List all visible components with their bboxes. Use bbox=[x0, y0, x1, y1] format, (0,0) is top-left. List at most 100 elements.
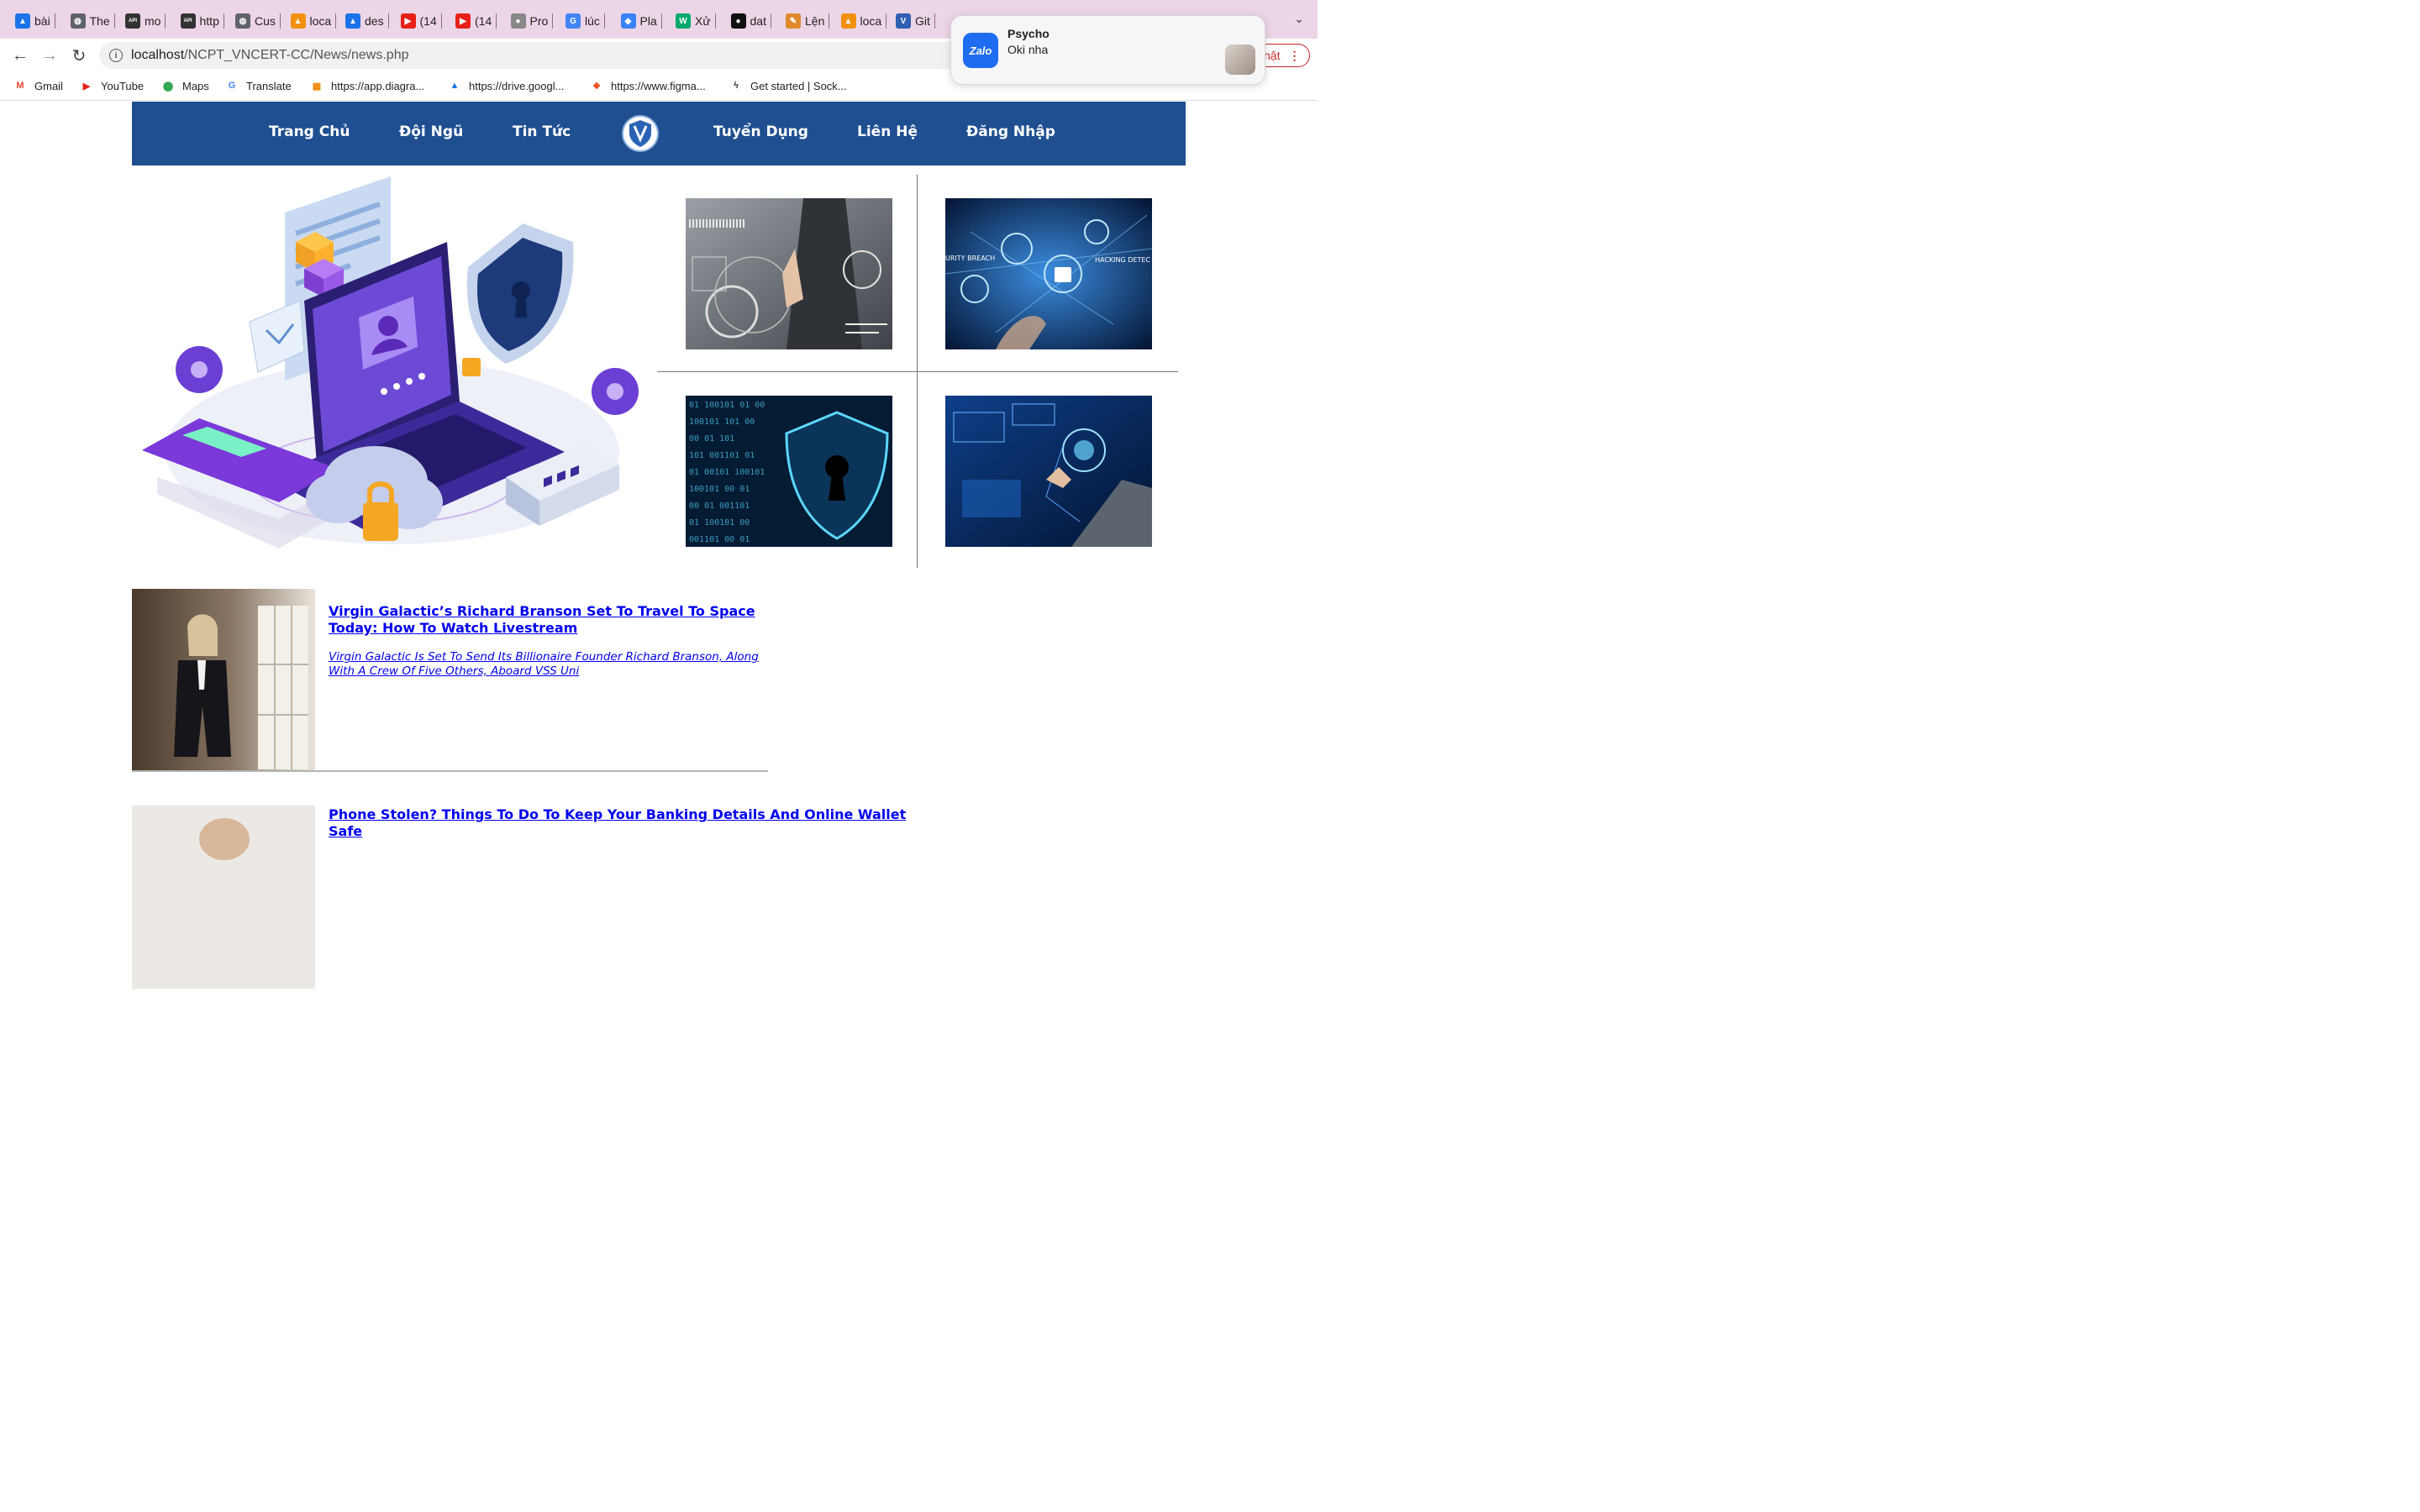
google-drive-icon: ▲ bbox=[345, 13, 360, 29]
kebab-menu-icon[interactable]: ⋮ bbox=[1288, 49, 1300, 63]
browser-tab[interactable]: ◆ Pla bbox=[620, 8, 662, 34]
google-drive-icon: ▲ bbox=[450, 81, 460, 91]
article-title-link[interactable]: Virgin Galactic’s Richard Branson Set To… bbox=[329, 603, 765, 637]
svg-text:01 00101 100101: 01 00101 100101 bbox=[689, 468, 765, 477]
site-nav: Trang Chủ Đội Ngũ Tin Tức Tuyển Dụng Liê… bbox=[132, 102, 1186, 165]
bookmark-item[interactable]: ❖ https://www.figma... bbox=[590, 79, 706, 92]
browser-tab[interactable]: ▲ loca bbox=[840, 8, 887, 34]
tab-separator bbox=[660, 13, 662, 29]
svg-text:01 100101 00: 01 100101 00 bbox=[689, 518, 750, 528]
github-icon: ● bbox=[730, 13, 746, 29]
tab-separator bbox=[496, 13, 497, 29]
nav-tuyen-dung[interactable]: Tuyển Dụng bbox=[713, 123, 808, 140]
notification-avatar bbox=[1225, 45, 1255, 75]
browser-tab[interactable]: V Git bbox=[896, 8, 935, 34]
bookmark-label: YouTube bbox=[101, 79, 145, 92]
tab-label: dat bbox=[750, 14, 766, 28]
site-logo[interactable] bbox=[622, 115, 659, 152]
tab-label: lúc bbox=[585, 14, 600, 28]
phpmyadmin-icon: ▲ bbox=[290, 13, 306, 29]
news-thumb-digital-world[interactable] bbox=[945, 396, 1152, 547]
bookmark-item[interactable]: ▦ https://app.diagra... bbox=[310, 79, 425, 92]
forward-arrow-icon[interactable]: → bbox=[38, 44, 61, 67]
youtube-icon: ▶ bbox=[455, 13, 471, 29]
bookmark-item[interactable]: ⬤ Maps bbox=[161, 79, 209, 92]
tab-label: des bbox=[365, 14, 384, 28]
svg-text:100101 101 00: 100101 101 00 bbox=[689, 417, 755, 427]
bookmark-item[interactable]: ▲ https://drive.googl... bbox=[448, 79, 565, 92]
mockapi-icon: API bbox=[180, 13, 196, 29]
nav-doi-ngu[interactable]: Đội Ngũ bbox=[399, 123, 463, 140]
browser-tab[interactable]: ◍ The bbox=[70, 8, 115, 34]
svg-text:00 01 001101: 00 01 001101 bbox=[689, 501, 750, 511]
gmail-icon: M bbox=[16, 81, 24, 91]
bookmark-item[interactable]: ▶ YouTube bbox=[80, 79, 144, 92]
tab-label: Pla bbox=[639, 14, 657, 28]
site-info-icon[interactable]: i bbox=[109, 49, 123, 62]
tab-separator bbox=[440, 13, 442, 29]
tab-label: The bbox=[89, 14, 110, 28]
tab-label: (14 bbox=[475, 14, 492, 28]
update-label: hật bbox=[1264, 49, 1281, 62]
nav-lien-he[interactable]: Liên Hệ bbox=[857, 123, 918, 140]
vuejs-icon: V bbox=[896, 13, 911, 29]
browser-tab[interactable]: ▶ (14 bbox=[455, 8, 497, 34]
nav-dang-nhap[interactable]: Đăng Nhập bbox=[966, 123, 1055, 140]
browser-tab[interactable]: ▲ des bbox=[345, 8, 389, 34]
tab-separator bbox=[335, 13, 337, 29]
hero-illustration bbox=[132, 175, 655, 566]
news-thumb-hacking-detection[interactable]: URITY BREACH HACKING DETEC bbox=[945, 198, 1152, 349]
browser-tab[interactable]: ◍ Cus bbox=[235, 8, 281, 34]
notification-sender: Psycho bbox=[1007, 27, 1050, 40]
browser-tab[interactable]: Glúc bbox=[566, 8, 605, 34]
svg-text:00 01 101: 00 01 101 bbox=[689, 434, 734, 444]
back-arrow-icon[interactable]: ← bbox=[8, 44, 32, 67]
tab-separator bbox=[113, 13, 115, 29]
svg-text:100101 00 01: 100101 00 01 bbox=[689, 485, 750, 494]
news-thumb-touchscreen[interactable] bbox=[686, 198, 892, 349]
news-thumb-keyhole-shield[interactable]: 01 100101 01 00 100101 101 00 00 01 101 10… bbox=[686, 396, 892, 547]
browser-tab[interactable]: API mo bbox=[125, 8, 166, 34]
article-title-link[interactable]: Phone Stolen? Things To Do To Keep Your … bbox=[329, 806, 934, 840]
bookmark-label: https://www.figma... bbox=[611, 79, 706, 92]
reload-icon[interactable]: ↻ bbox=[67, 44, 91, 67]
address-bar[interactable]: i localhost/NCPT_VNCERT-CC/News/news.php bbox=[99, 42, 1023, 69]
browser-tab[interactable]: ● Pro bbox=[510, 8, 554, 34]
tab-separator bbox=[165, 13, 166, 29]
article-photo[interactable] bbox=[132, 589, 315, 772]
browser-tab[interactable]: ▲ bài bbox=[15, 8, 55, 34]
zalo-app-icon: Zalo bbox=[963, 33, 998, 68]
globe-icon: ◍ bbox=[70, 13, 86, 29]
bookmark-item[interactable]: M Gmail bbox=[13, 79, 63, 92]
tab-separator bbox=[603, 13, 605, 29]
bookmark-item[interactable]: G Translate bbox=[225, 79, 292, 92]
svg-text:01 100101 01 00: 01 100101 01 00 bbox=[689, 401, 765, 410]
app-icon: ◆ bbox=[620, 13, 636, 29]
browser-tab[interactable]: ▲ loca bbox=[290, 8, 337, 34]
address-path: /NCPT_VNCERT-CC/News/news.php bbox=[184, 48, 409, 62]
browser-tab[interactable]: ✎ Lện bbox=[786, 8, 830, 34]
browser-tab[interactable]: W Xử bbox=[676, 8, 716, 34]
tab-search-chevron-icon[interactable]: ⌄ bbox=[1294, 12, 1304, 26]
svg-text:101 001101 01: 101 001101 01 bbox=[689, 451, 755, 460]
browser-tab[interactable]: API http bbox=[180, 8, 224, 34]
bookmark-label: https://drive.googl... bbox=[469, 79, 565, 92]
browser-tab[interactable]: ● dat bbox=[730, 8, 771, 34]
tab-label: bài bbox=[34, 14, 50, 28]
article-description-link[interactable]: Virgin Galactic Is Set To Send Its Billi… bbox=[329, 650, 774, 679]
bookmark-label: Translate bbox=[246, 79, 292, 92]
bookmark-label: Get started | Sock... bbox=[750, 79, 847, 92]
tab-label: Pro bbox=[529, 14, 549, 28]
zalo-notification[interactable]: Zalo Psycho Oki nha bbox=[950, 15, 1265, 85]
article-divider bbox=[132, 770, 768, 772]
browser-tab[interactable]: ▶ (14 bbox=[400, 8, 442, 34]
nav-trang-chu[interactable]: Trang Chủ bbox=[269, 123, 350, 140]
translate-icon: G bbox=[228, 81, 236, 91]
article-photo[interactable] bbox=[132, 806, 315, 989]
tab-label: Lện bbox=[805, 14, 825, 28]
bookmark-item[interactable]: ϟ Get started | Sock... bbox=[729, 79, 847, 92]
tab-separator bbox=[387, 13, 389, 29]
tab-separator bbox=[552, 13, 554, 29]
w3schools-icon: W bbox=[676, 13, 691, 29]
nav-tin-tuc[interactable]: Tin Tức bbox=[513, 123, 571, 140]
